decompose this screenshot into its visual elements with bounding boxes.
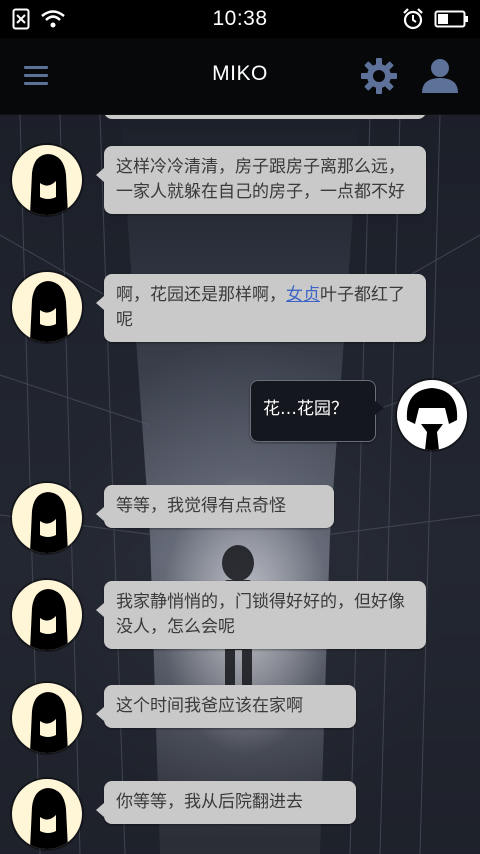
- player-avatar[interactable]: [397, 380, 467, 450]
- partial-message-bubble: [104, 115, 426, 119]
- player-avatar-icon: [406, 388, 458, 450]
- girl-avatar-icon: [30, 492, 68, 553]
- message-text: 啊，花园还是那样啊，: [116, 285, 286, 305]
- player-message-bubble: 花…花园？: [250, 380, 384, 442]
- avatar[interactable]: [12, 145, 82, 215]
- message-bubble: 等等，我觉得有点奇怪: [96, 485, 334, 528]
- user-icon[interactable]: [420, 57, 460, 95]
- battery-icon: [434, 10, 468, 28]
- message-text: 你等等，我从后院翻进去: [116, 792, 303, 812]
- girl-avatar-icon: [30, 154, 68, 215]
- girl-avatar-icon: [30, 788, 68, 849]
- avatar[interactable]: [12, 580, 82, 650]
- message-bubble: 这个时间我爸应该在家啊: [96, 685, 356, 728]
- keyword-link[interactable]: 女贞: [286, 285, 320, 305]
- avatar[interactable]: [12, 272, 82, 342]
- girl-avatar-icon: [30, 692, 68, 753]
- gear-icon[interactable]: [360, 57, 398, 95]
- avatar[interactable]: [12, 483, 82, 553]
- chat-area[interactable]: 这样冷冷清清，房子跟房子离那么远，一家人就躲在自己的房子，一点都不好 啊，花园还…: [0, 115, 480, 854]
- message-bubble: 我家静悄悄的，门锁得好好的，但好像没人，怎么会呢: [96, 581, 426, 649]
- message-text: 这个时间我爸应该在家啊: [116, 696, 303, 716]
- status-bar: 10:38: [0, 0, 480, 38]
- message-text: 花…花园？: [263, 399, 348, 419]
- message-text: 这样冷冷清清，房子跟房子离那么远，一家人就躲在自己的房子，一点都不好: [116, 157, 405, 202]
- message-bubble: 你等等，我从后院翻进去: [96, 781, 356, 824]
- girl-avatar-icon: [30, 589, 68, 650]
- page-title: MIKO: [212, 62, 268, 85]
- avatar[interactable]: [12, 683, 82, 753]
- alarm-icon: [403, 8, 423, 30]
- message-bubble: 啊，花园还是那样啊，女贞叶子都红了呢: [96, 274, 426, 342]
- avatar[interactable]: [12, 779, 82, 849]
- message-text: 等等，我觉得有点奇怪: [116, 496, 286, 516]
- message-text: 我家静悄悄的，门锁得好好的，但好像没人，怎么会呢: [116, 592, 405, 637]
- message-bubble: 这样冷冷清清，房子跟房子离那么远，一家人就躲在自己的房子，一点都不好: [96, 146, 426, 214]
- app-header: MIKO: [0, 38, 480, 115]
- girl-avatar-icon: [30, 281, 68, 342]
